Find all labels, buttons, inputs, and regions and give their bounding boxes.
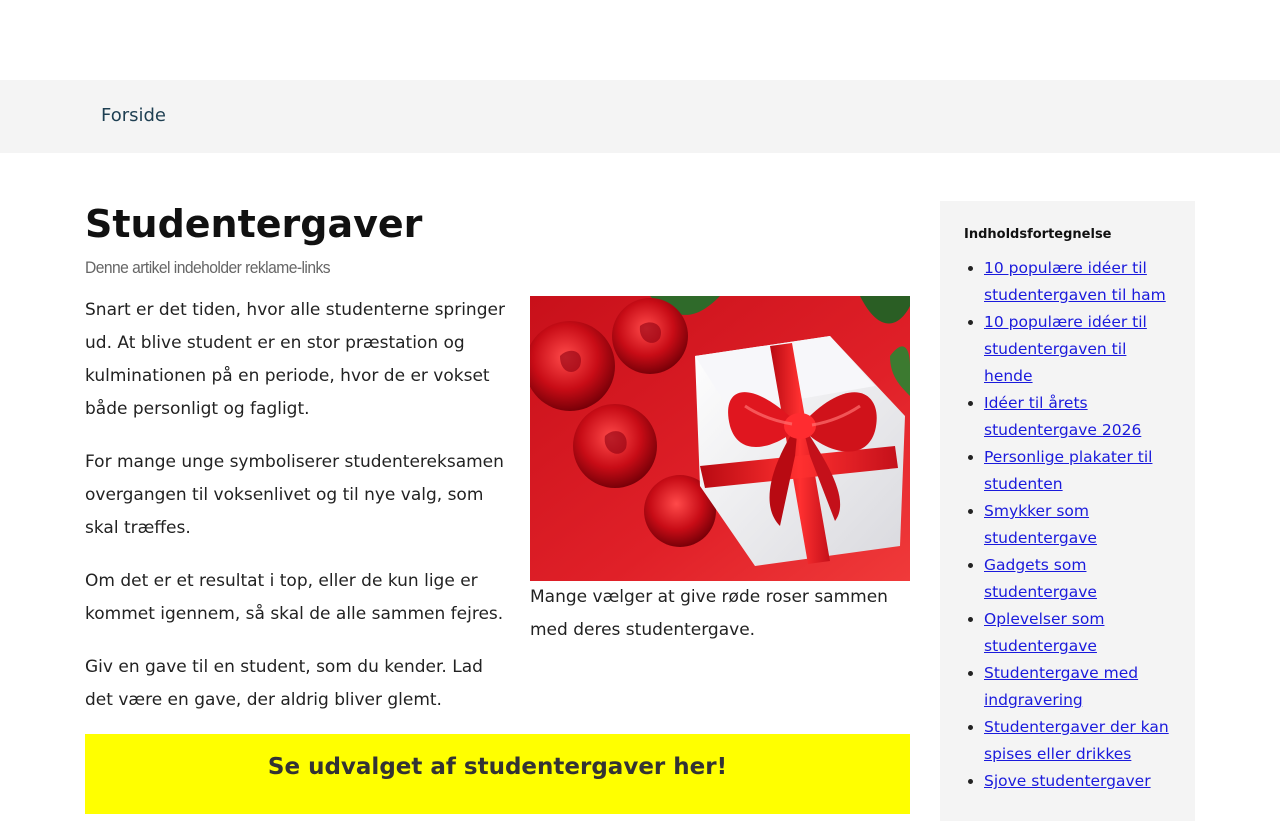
toc-link-oplevelser[interactable]: Oplevelser som studentergave xyxy=(984,610,1104,655)
toc-title: Indholdsfortegnelse xyxy=(964,227,1112,242)
toc-link-indgravering[interactable]: Studentergave med indgravering xyxy=(984,664,1138,709)
toc-item: 10 populære idéer til studentergaven til… xyxy=(984,255,1179,309)
toc-item: Personlige plakater til studenten xyxy=(984,444,1179,498)
toc-link-gadgets[interactable]: Gadgets som studentergave xyxy=(984,556,1097,601)
toc-item: Idéer til årets studentergave 2026 xyxy=(984,390,1179,444)
toc-link-personlige-plakater[interactable]: Personlige plakater til studenten xyxy=(984,448,1152,493)
toc-link-spises-drikkes[interactable]: Studentergaver der kan spises eller drik… xyxy=(984,718,1169,763)
toc-link-gaver-til-ham[interactable]: 10 populære idéer til studentergaven til… xyxy=(984,259,1166,304)
main-navigation: Forside xyxy=(0,80,1280,153)
toc-item: Studentergave med indgravering xyxy=(984,660,1179,714)
article-paragraph-3: Om det er et resultat i top, eller de ku… xyxy=(85,571,504,624)
article-paragraph-1: Snart er det tiden, hvor alle studentern… xyxy=(85,300,505,419)
page-title: Studentergaver xyxy=(85,202,423,246)
toc-link-sjove-gaver[interactable]: Sjove studentergaver xyxy=(984,772,1151,790)
cta-banner: Se udvalget af studentergaver her! xyxy=(85,734,910,814)
toc-item: Studentergaver der kan spises eller drik… xyxy=(984,714,1179,768)
toc-link-smykker[interactable]: Smykker som studentergave xyxy=(984,502,1097,547)
toc-link-aarets-studentergave[interactable]: Idéer til årets studentergave 2026 xyxy=(984,394,1141,439)
toc-list: 10 populære idéer til studentergaven til… xyxy=(964,255,1179,795)
site-header xyxy=(0,0,1280,80)
toc-item: Gadgets som studentergave xyxy=(984,552,1179,606)
toc-link-gaver-til-hende[interactable]: 10 populære idéer til studentergaven til… xyxy=(984,313,1147,385)
toc-item: 10 populære idéer til studentergaven til… xyxy=(984,309,1179,390)
toc-item: Sjove studentergaver xyxy=(984,768,1179,795)
article-text: Snart er det tiden, hvor alle studentern… xyxy=(85,294,513,737)
article-paragraph-4: Giv en gave til en student, som du kende… xyxy=(85,657,483,710)
article-paragraph-2: For mange unge symboliserer studentereks… xyxy=(85,452,504,538)
roses-gift-photo xyxy=(530,296,910,581)
toc-item: Smykker som studentergave xyxy=(984,498,1179,552)
ad-disclosure-note: Denne artikel indeholder reklame-links xyxy=(85,258,331,277)
nav-link-forside[interactable]: Forside xyxy=(101,104,166,128)
toc-item: Oplevelser som studentergave xyxy=(984,606,1179,660)
image-caption: Mange vælger at give røde roser sammen m… xyxy=(530,587,888,640)
cta-link-studentergaver[interactable]: Se udvalget af studentergaver her! xyxy=(268,754,727,780)
table-of-contents: Indholdsfortegnelse 10 populære idéer ti… xyxy=(940,201,1195,821)
article-figure: Mange vælger at give røde roser sammen m… xyxy=(530,296,910,647)
